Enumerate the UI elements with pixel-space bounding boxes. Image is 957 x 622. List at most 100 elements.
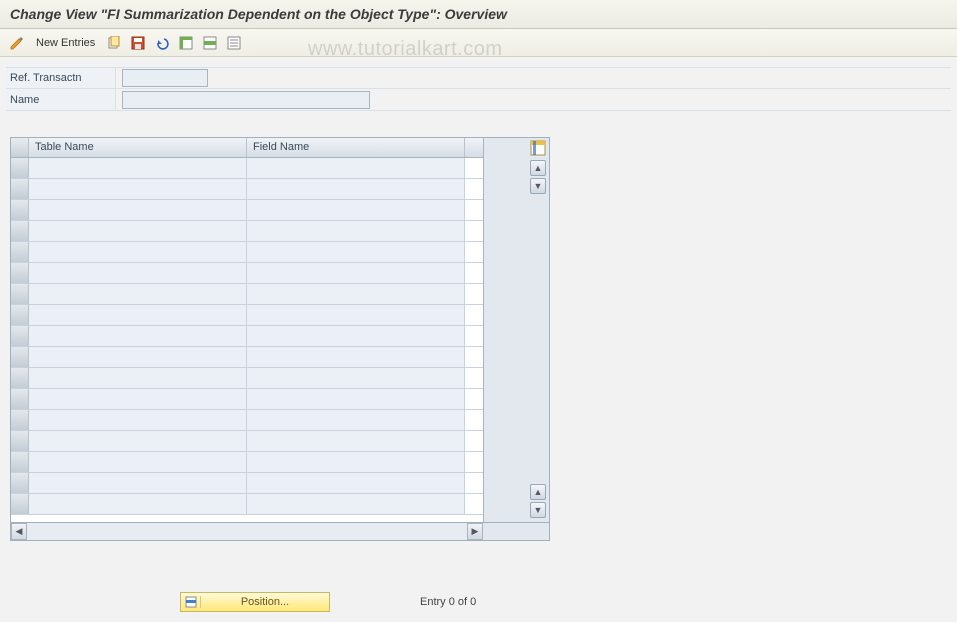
name-label: Name <box>6 89 116 110</box>
row-selector[interactable] <box>11 179 29 199</box>
form-row-ref-transactn: Ref. Transactn <box>6 67 951 89</box>
cell-field-name[interactable] <box>247 179 465 199</box>
cell-table-name[interactable] <box>29 179 247 199</box>
cell-field-name[interactable] <box>247 284 465 304</box>
cell-table-name[interactable] <box>29 263 247 283</box>
cell-table-name[interactable] <box>29 494 247 514</box>
row-selector[interactable] <box>11 284 29 304</box>
row-selector[interactable] <box>11 389 29 409</box>
cell-field-name[interactable] <box>247 242 465 262</box>
table-row <box>11 473 483 494</box>
cell-table-name[interactable] <box>29 473 247 493</box>
select-all-icon[interactable] <box>177 34 195 52</box>
scroll-track[interactable] <box>27 523 467 540</box>
scroll-down-button[interactable]: ▼ <box>530 178 546 194</box>
cell-field-name[interactable] <box>247 263 465 283</box>
toolbar: New Entries <box>0 29 957 57</box>
cell-field-name[interactable] <box>247 389 465 409</box>
copy-icon[interactable] <box>105 34 123 52</box>
cell-table-name[interactable] <box>29 284 247 304</box>
cell-table-name[interactable] <box>29 347 247 367</box>
save-icon[interactable] <box>129 34 147 52</box>
select-all-column[interactable] <box>11 138 29 157</box>
cell-table-name[interactable] <box>29 221 247 241</box>
cell-table-name[interactable] <box>29 431 247 451</box>
cell-table-name[interactable] <box>29 410 247 430</box>
table-row <box>11 179 483 200</box>
table-body <box>11 158 483 522</box>
ref-transactn-input[interactable] <box>122 69 208 87</box>
toggle-edit-icon[interactable] <box>8 34 26 52</box>
cell-field-name[interactable] <box>247 452 465 472</box>
row-selector[interactable] <box>11 158 29 178</box>
table-row <box>11 452 483 473</box>
row-selector[interactable] <box>11 347 29 367</box>
cell-field-name[interactable] <box>247 200 465 220</box>
footer: Position... Entry 0 of 0 <box>0 592 957 612</box>
scroll-up-button-bottom[interactable]: ▲ <box>530 484 546 500</box>
table-header: Table Name Field Name <box>11 138 483 158</box>
row-selector[interactable] <box>11 200 29 220</box>
cell-field-name[interactable] <box>247 473 465 493</box>
select-block-icon[interactable] <box>201 34 219 52</box>
table-settings-icon[interactable] <box>530 140 546 156</box>
row-selector[interactable] <box>11 221 29 241</box>
row-selector[interactable] <box>11 452 29 472</box>
table-row <box>11 389 483 410</box>
position-button[interactable]: Position... <box>180 592 330 612</box>
table-row <box>11 326 483 347</box>
cell-field-name[interactable] <box>247 368 465 388</box>
form-area: Ref. Transactn Name <box>0 57 957 131</box>
row-selector[interactable] <box>11 305 29 325</box>
table-row <box>11 347 483 368</box>
row-selector[interactable] <box>11 431 29 451</box>
cell-field-name[interactable] <box>247 410 465 430</box>
cell-table-name[interactable] <box>29 242 247 262</box>
row-selector[interactable] <box>11 368 29 388</box>
cell-field-name[interactable] <box>247 158 465 178</box>
cell-field-name[interactable] <box>247 347 465 367</box>
column-header-table-name[interactable]: Table Name <box>29 138 247 157</box>
cell-field-name[interactable] <box>247 431 465 451</box>
cell-table-name[interactable] <box>29 326 247 346</box>
horizontal-scrollbar: ◀ ▶ <box>10 523 550 541</box>
cell-field-name[interactable] <box>247 494 465 514</box>
undo-icon[interactable] <box>153 34 171 52</box>
table-scroll-area: ▲ ▼ ▲ ▼ <box>483 138 549 522</box>
table-row <box>11 242 483 263</box>
table-row <box>11 221 483 242</box>
row-selector[interactable] <box>11 494 29 514</box>
column-header-field-name[interactable]: Field Name <box>247 138 465 157</box>
row-selector[interactable] <box>11 326 29 346</box>
row-selector[interactable] <box>11 242 29 262</box>
scroll-right-button[interactable]: ▶ <box>467 523 483 540</box>
table-row <box>11 494 483 515</box>
scroll-up-button[interactable]: ▲ <box>530 160 546 176</box>
cell-table-name[interactable] <box>29 305 247 325</box>
cell-table-name[interactable] <box>29 158 247 178</box>
position-icon <box>181 596 201 608</box>
cell-table-name[interactable] <box>29 200 247 220</box>
table-row <box>11 410 483 431</box>
entry-status-text: Entry 0 of 0 <box>420 596 476 608</box>
cell-table-name[interactable] <box>29 368 247 388</box>
table-row <box>11 263 483 284</box>
table-row <box>11 431 483 452</box>
scroll-left-button[interactable]: ◀ <box>11 523 27 540</box>
cell-field-name[interactable] <box>247 305 465 325</box>
scroll-down-button-bottom[interactable]: ▼ <box>530 502 546 518</box>
new-entries-button[interactable]: New Entries <box>32 37 99 49</box>
cell-table-name[interactable] <box>29 452 247 472</box>
name-input[interactable] <box>122 91 370 109</box>
table-row <box>11 158 483 179</box>
deselect-all-icon[interactable] <box>225 34 243 52</box>
cell-table-name[interactable] <box>29 389 247 409</box>
cell-field-name[interactable] <box>247 221 465 241</box>
row-selector[interactable] <box>11 263 29 283</box>
row-selector[interactable] <box>11 473 29 493</box>
form-row-name: Name <box>6 89 951 111</box>
row-selector[interactable] <box>11 410 29 430</box>
table-row <box>11 368 483 389</box>
table-main: Table Name Field Name <box>11 138 483 522</box>
cell-field-name[interactable] <box>247 326 465 346</box>
